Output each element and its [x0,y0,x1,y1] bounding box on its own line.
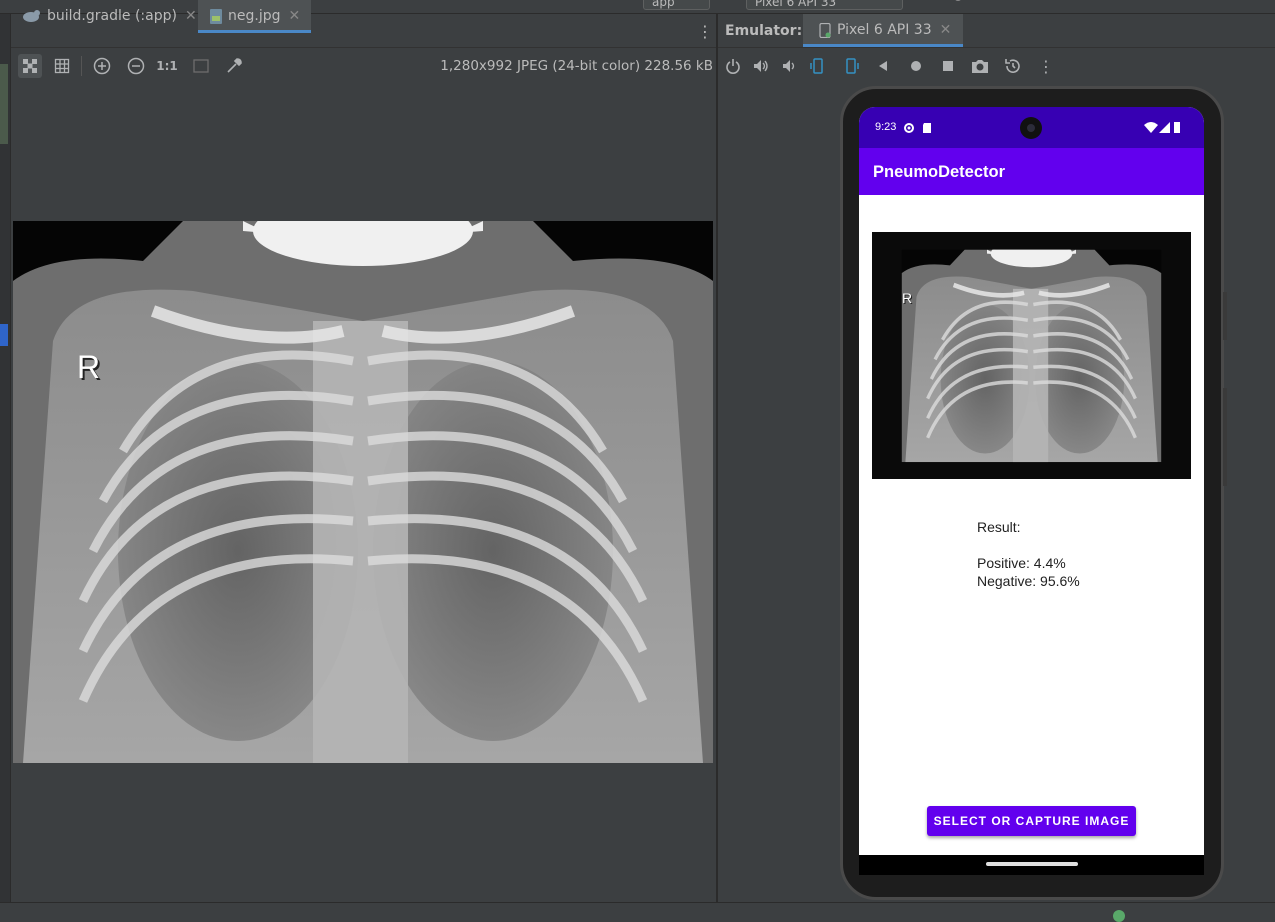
power-icon[interactable] [723,56,743,76]
positive-result: Positive: 4.4% [977,555,1066,571]
attach-debugger-icon[interactable] [1078,0,1092,6]
sync-icon[interactable] [1186,0,1200,6]
profile-icon[interactable] [1047,0,1061,6]
fit-zoom-icon[interactable] [189,54,213,78]
device-select[interactable]: Pixel 6 API 33 [746,0,903,10]
app-title: PneumoDetector [873,163,1006,181]
run-config-select[interactable]: app [643,0,710,10]
actual-size-button[interactable]: 1:1 [155,54,179,78]
battery-icon [1174,122,1180,133]
close-icon[interactable]: ✕ [185,8,197,24]
phone-side-button[interactable] [1223,292,1227,340]
snapshot-icon[interactable] [1003,56,1023,76]
phone-device-icon [819,22,831,38]
gesture-nav-handle[interactable] [986,862,1078,866]
toolbar-divider [81,56,82,76]
screenshot-icon[interactable] [970,56,990,76]
tab-build-gradle-label: build.gradle (:app) [47,8,177,24]
result-heading: Result: [977,519,1021,535]
back-icon[interactable] [873,56,893,76]
tab-build-gradle[interactable]: build.gradle (:app) ✕ [15,0,197,33]
gutter-selection [0,324,8,346]
status-time: 9:23 [875,121,897,133]
chessboard-icon[interactable] [18,54,42,78]
device-select-label: Pixel 6 API 33 [755,0,837,9]
selected-xray-image: R [872,232,1191,479]
volume-up-icon[interactable] [751,56,771,76]
xray-marker: R [77,349,101,385]
close-icon[interactable]: ✕ [289,8,301,24]
zoom-out-icon[interactable] [124,54,148,78]
sd-card-icon [923,123,931,133]
xray-image: R [13,221,713,763]
tab-neg-jpg-label: neg.jpg [228,8,281,24]
select-capture-button[interactable]: SELECT OR CAPTURE IMAGE [927,806,1136,836]
emulator-title: Emulator: [725,23,803,39]
emulator-toolbar [718,48,1275,84]
color-picker-icon[interactable] [222,54,246,78]
gutter-marker [0,64,8,144]
more-tabs-icon[interactable]: ⋮ [697,22,713,41]
image-info-text: 1,280x992 JPEG (24-bit color) 228.56 kB [440,58,713,74]
grid-icon[interactable] [50,54,74,78]
status-bar: 9:23 [859,107,1204,148]
actual-size-label: 1:1 [156,59,178,73]
close-icon[interactable]: ✕ [940,22,952,38]
sdk-manager-icon[interactable] [1250,0,1264,6]
phone-volume-button[interactable] [1223,388,1227,486]
signal-icon [1159,122,1170,133]
rotate-right-icon[interactable] [841,56,861,76]
volume-down-icon[interactable] [779,56,799,76]
overview-icon[interactable] [938,56,958,76]
more-options-icon[interactable]: ⋮ [1036,56,1056,76]
rotate-left-icon[interactable] [808,56,828,76]
zoom-in-icon[interactable] [90,54,114,78]
emulator-device-label: Pixel 6 API 33 [837,22,932,38]
debug-icon[interactable] [951,0,965,6]
settings-icon [904,123,914,133]
stop-icon[interactable] [1113,0,1127,6]
phone-screen: 9:23 PneumoDetector R Result: Positive: … [859,107,1204,875]
image-file-icon [210,8,222,24]
status-indicator-icon [1113,910,1125,922]
tab-emulator-device[interactable]: Pixel 6 API 33 ✕ [803,14,963,47]
front-camera [1020,117,1042,139]
gradle-icon [23,10,40,22]
stop-red-icon[interactable] [1146,0,1160,6]
home-icon[interactable] [906,56,926,76]
apply-changes-icon[interactable] [1013,0,1027,6]
run-icon[interactable] [985,0,999,6]
bottom-tool-strip [0,902,1275,917]
negative-result: Negative: 95.6% [977,573,1080,589]
wifi-icon [1144,122,1158,133]
tab-neg-jpg[interactable]: neg.jpg ✕ [198,0,311,33]
left-gutter [0,14,11,902]
run-config-label: app [652,0,675,9]
xray-marker: R [902,290,913,306]
device-manager-icon[interactable] [1218,0,1232,6]
